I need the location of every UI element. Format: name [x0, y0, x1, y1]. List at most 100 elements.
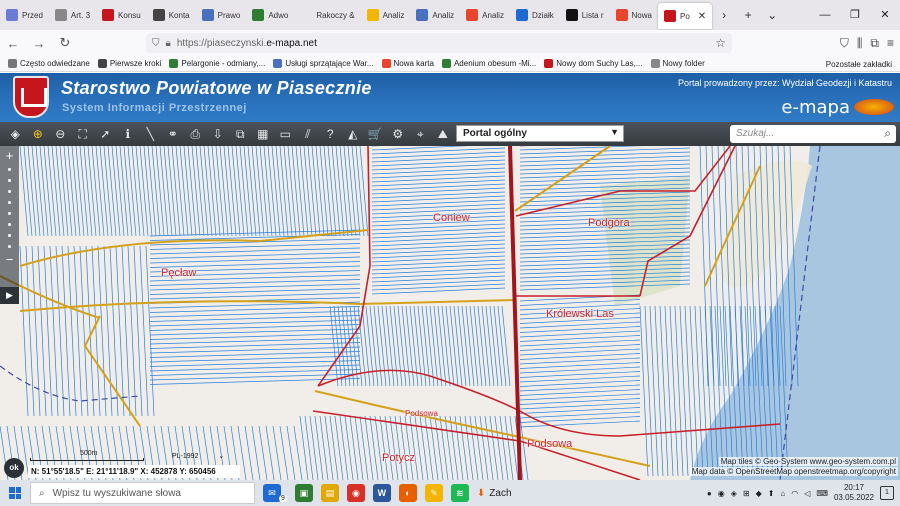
table-icon[interactable]: ▦	[252, 123, 275, 145]
tray-record-icon[interactable]: ◉	[718, 489, 725, 498]
browser-tab[interactable]: Przed	[0, 0, 49, 30]
osm-attribution[interactable]: Map data © OpenStreetMap openstreetmap.o…	[689, 467, 898, 476]
tray-keyboard-icon[interactable]: ⌨	[816, 489, 828, 498]
hatch-icon[interactable]: ⫽	[297, 123, 320, 145]
crs-select[interactable]: PL-1992 ⌄	[172, 452, 224, 460]
zoom-level-mark[interactable]	[8, 212, 11, 215]
portal-select[interactable]: Portal ogólny ▼	[456, 125, 624, 142]
minimize-button[interactable]: —	[810, 0, 840, 30]
link-icon[interactable]: ⚭	[162, 123, 185, 145]
taskbar-search-input[interactable]: ⌕ Wpisz tu wyszukiwane słowa	[30, 482, 255, 504]
browser-tab[interactable]: Konta	[147, 0, 196, 30]
tab-scroll-button[interactable]: ›	[712, 8, 736, 22]
start-button[interactable]	[0, 480, 30, 506]
browser-tab[interactable]: Adwo	[246, 0, 294, 30]
clock[interactable]: 20:17 03.05.2022	[834, 483, 874, 503]
measure-icon[interactable]: ╲	[139, 123, 162, 145]
tab-list-button[interactable]: ⌄	[760, 8, 784, 22]
comment-icon[interactable]: ▭	[274, 123, 297, 145]
word-app-icon[interactable]: W	[372, 484, 391, 502]
expand-panel-button[interactable]: ▶	[0, 287, 19, 304]
pocket-icon[interactable]: ⛉	[840, 36, 849, 51]
print-icon[interactable]: ⎙	[184, 123, 207, 145]
menu-icon[interactable]: ≡	[887, 36, 894, 50]
tray-chevron-icon[interactable]: ⬆	[768, 489, 775, 498]
cart-icon[interactable]: 🛒	[364, 123, 387, 145]
close-tab-icon[interactable]: ✕	[698, 11, 706, 22]
ok-button[interactable]: ok	[4, 458, 24, 478]
browser-tab[interactable]: Prawo	[196, 0, 247, 30]
bookmark-item[interactable]: Nowy dom Suchy Las,...	[544, 59, 643, 68]
emapa-logo[interactable]: e-mapa	[781, 97, 850, 118]
bookmark-item[interactable]: Nowy folder	[650, 59, 705, 68]
zoom-level-mark[interactable]	[8, 245, 11, 248]
bookmark-item[interactable]: Usługi sprzątające War...	[273, 59, 374, 68]
browser-tab[interactable]: Konsu	[96, 0, 147, 30]
county-crest-logo[interactable]	[13, 76, 49, 118]
zoom-level-mark[interactable]	[8, 179, 11, 182]
active-browser-tab[interactable]: Po ✕	[657, 3, 713, 29]
download-icon[interactable]: ⇩	[207, 123, 230, 145]
library-icon[interactable]: ⫼	[857, 36, 863, 51]
other-bookmarks[interactable]: Pozostałe zakładki	[823, 56, 892, 72]
zoom-level-mark[interactable]	[8, 201, 11, 204]
browser-tab[interactable]: Analiz	[460, 0, 510, 30]
export-icon[interactable]: ⧉	[229, 123, 252, 145]
zoom-in-button[interactable]: +	[6, 148, 14, 164]
firefox-app-icon[interactable]: ◐	[398, 484, 417, 502]
new-tab-button[interactable]: +	[736, 8, 760, 22]
map-canvas[interactable]: Coniew Podgóra Pęcław Królewski Las Podsowa P…	[0, 146, 900, 480]
browser-tab[interactable]: Lista r	[560, 0, 610, 30]
notification-center-button[interactable]: 1	[880, 486, 894, 500]
close-window-button[interactable]: ✕	[870, 0, 900, 30]
address-bar[interactable]: ⛉ 🔒︎ https://piaseczynski.e-mapa.net ☆	[146, 33, 732, 53]
tray-app-icon[interactable]: ⊞	[743, 489, 750, 498]
tray-app-icon[interactable]: ●	[707, 489, 712, 498]
help-icon[interactable]: ?	[319, 123, 342, 145]
bookmark-item[interactable]: Nowa karta	[381, 59, 434, 68]
tray-volume-icon[interactable]: ◁	[804, 489, 810, 498]
info-icon[interactable]: ℹ	[117, 123, 140, 145]
browser-tab[interactable]: Działk	[510, 0, 560, 30]
lock-icon[interactable]: 🔒︎	[166, 38, 171, 49]
settings-icon[interactable]: ⚙	[387, 123, 410, 145]
chrome-app-icon[interactable]: ◉	[346, 484, 365, 502]
bookmark-item[interactable]: Adenium obesum -Mi...	[441, 59, 536, 68]
tray-app-icon[interactable]: ◈	[731, 489, 737, 498]
tiles-attribution[interactable]: Map tiles © Geo-System www.geo-system.co…	[718, 457, 898, 466]
zoom-level-mark[interactable]	[8, 190, 11, 193]
zoom-level-mark[interactable]	[8, 168, 11, 171]
geo-system-logo[interactable]	[854, 99, 894, 115]
browser-tab[interactable]: Nowa	[610, 0, 658, 30]
spotify-app-icon[interactable]: ≋	[450, 484, 469, 502]
bookmark-item[interactable]: Pierwsze kroki	[97, 59, 161, 68]
browser-tab[interactable]: Analiz	[410, 0, 460, 30]
location-icon[interactable]: ⌖	[409, 123, 432, 145]
zoom-out-icon[interactable]: ⊖	[49, 123, 72, 145]
zoom-out-button[interactable]: −	[6, 252, 14, 268]
bookmark-item[interactable]: Pelargonie - odmiany,...	[169, 59, 265, 68]
terrain-icon[interactable]: ⛰	[432, 123, 455, 145]
layers-icon[interactable]: ◈	[4, 123, 27, 145]
tray-wifi-icon[interactable]: ◠	[791, 489, 798, 498]
photos-app-icon[interactable]: ▣	[294, 484, 313, 502]
bookmark-star-icon[interactable]: ☆	[715, 36, 726, 50]
map-search-input[interactable]: Szukaj... ⌕	[730, 125, 896, 143]
browser-tab[interactable]: Analiz	[361, 0, 411, 30]
browser-tab[interactable]: Rakoczy &	[294, 0, 360, 30]
zoom-in-icon[interactable]: ⊕	[27, 123, 50, 145]
sidebar-icon[interactable]: ⧉	[870, 36, 879, 51]
zoom-level-mark[interactable]	[8, 234, 11, 237]
downloads-app-button[interactable]: ⬇ Zach	[477, 484, 512, 502]
forward-button[interactable]: →	[26, 36, 52, 51]
maximize-button[interactable]: ❐	[840, 0, 870, 30]
bookmark-item[interactable]: Często odwiedzane	[8, 59, 90, 68]
zoom-level-mark[interactable]	[8, 223, 11, 226]
browser-tab[interactable]: Art. 3	[49, 0, 96, 30]
search-icon[interactable]: ⌕	[884, 126, 891, 141]
zoom-extent-icon[interactable]: ⛶	[72, 123, 95, 145]
explorer-app-icon[interactable]: ▤	[320, 484, 339, 502]
paint-app-icon[interactable]: ✎	[424, 484, 443, 502]
tray-network-icon[interactable]: ⌂	[780, 489, 785, 498]
pointer-icon[interactable]: ➚	[94, 123, 117, 145]
